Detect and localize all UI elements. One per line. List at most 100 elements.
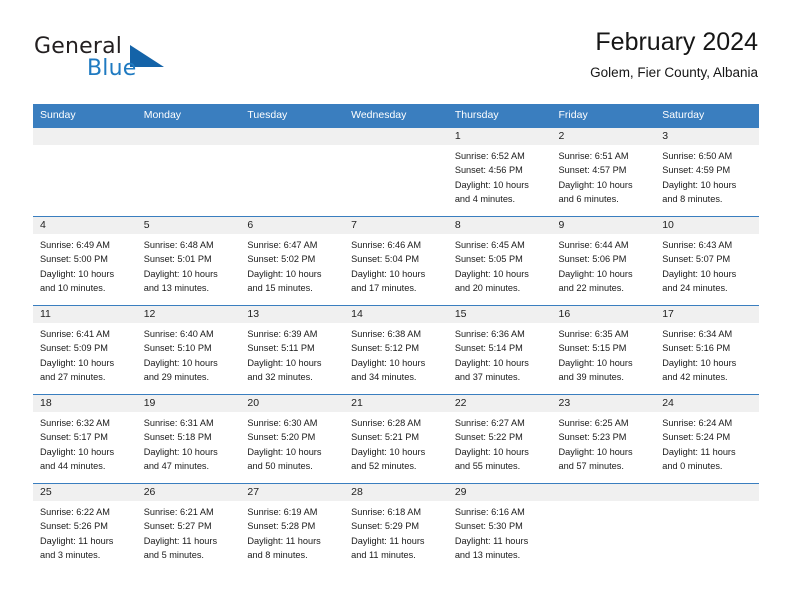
day-cell-inner: 7 Sunrise: 6:46 AM Sunset: 5:04 PM Daylight… [344, 216, 448, 305]
calendar-day-cell[interactable]: 5 Sunrise: 6:48 AM Sunset: 5:01 PM Daylight… [136, 215, 241, 306]
calendar-day-cell[interactable]: 29 Sunrise: 6:16 AM Sunset: 5:30 PM Dayligh… [447, 482, 552, 572]
day-number: 13 [240, 305, 345, 323]
calendar-day-cell[interactable]: 15 Sunrise: 6:36 AM Sunset: 5:14 PM Dayligh… [447, 304, 552, 395]
daylight-line-cont: and 27 minutes. [40, 372, 106, 383]
weekday-header-monday: Monday [136, 104, 241, 128]
weekday-header-friday: Friday [551, 104, 656, 128]
calendar-day-cell[interactable]: 22 Sunrise: 6:27 AM Sunset: 5:22 PM Dayligh… [447, 393, 552, 484]
daylight-line: Daylight: 10 hours [454, 268, 529, 279]
calendar-day-cell[interactable]: 16 Sunrise: 6:35 AM Sunset: 5:15 PM Dayligh… [551, 304, 656, 395]
day-number: 9 [551, 216, 656, 234]
daylight-line-cont: and 17 minutes. [351, 283, 417, 294]
calendar-day-cell[interactable]: 8 Sunrise: 6:45 AM Sunset: 5:05 PM Daylight… [447, 215, 552, 306]
calendar-day-cell[interactable]: 11 Sunrise: 6:41 AM Sunset: 5:09 PM Dayligh… [33, 304, 137, 395]
day-number: 15 [447, 305, 552, 323]
day-number: 22 [447, 394, 552, 412]
sunset-line: Sunset: 4:57 PM [558, 165, 627, 176]
calendar-day-cell[interactable]: 21 Sunrise: 6:28 AM Sunset: 5:21 PM Dayligh… [344, 393, 448, 484]
sunrise-line: Sunrise: 6:40 AM [143, 328, 214, 339]
calendar-day-cell[interactable]: 14 Sunrise: 6:38 AM Sunset: 5:12 PM Dayligh… [344, 304, 448, 395]
calendar-day-cell[interactable]: 7 Sunrise: 6:46 AM Sunset: 5:04 PM Daylight… [344, 215, 448, 306]
day-number: 7 [344, 216, 448, 234]
sun-times-block: Sunrise: 6:28 AM Sunset: 5:21 PM Daylight:… [344, 412, 448, 474]
daylight-line: Daylight: 10 hours [351, 268, 426, 279]
calendar-day-cell[interactable]: 25 Sunrise: 6:22 AM Sunset: 5:26 PM Dayligh… [33, 482, 137, 572]
day-number: 19 [136, 394, 241, 412]
day-cell-inner: 29 Sunrise: 6:16 AM Sunset: 5:30 PM Dayligh… [447, 483, 552, 572]
calendar-day-cell[interactable]: 9 Sunrise: 6:44 AM Sunset: 5:06 PM Daylight… [551, 215, 656, 306]
day-cell-inner: 15 Sunrise: 6:36 AM Sunset: 5:14 PM Dayligh… [447, 305, 552, 394]
sunset-line: Sunset: 5:05 PM [454, 254, 523, 265]
calendar-day-cell[interactable]: 19 Sunrise: 6:31 AM Sunset: 5:18 PM Dayligh… [136, 393, 241, 484]
sunset-line: Sunset: 5:21 PM [351, 432, 420, 443]
day-cell-inner [136, 127, 241, 216]
daylight-line-cont: and 8 minutes. [247, 550, 308, 561]
calendar-day-cell[interactable]: 28 Sunrise: 6:18 AM Sunset: 5:29 PM Dayligh… [344, 482, 448, 572]
calendar-day-cell[interactable]: 2 Sunrise: 6:51 AM Sunset: 4:57 PM Daylight… [551, 127, 656, 217]
daylight-line: Daylight: 11 hours [143, 535, 218, 546]
sun-times-block: Sunrise: 6:25 AM Sunset: 5:23 PM Daylight:… [552, 412, 656, 474]
day-cell-inner: 9 Sunrise: 6:44 AM Sunset: 5:06 PM Daylight… [551, 216, 656, 305]
sunset-line: Sunset: 5:01 PM [143, 254, 212, 265]
day-cell-inner: 12 Sunrise: 6:40 AM Sunset: 5:10 PM Dayligh… [136, 305, 241, 394]
day-cell-inner: 3 Sunrise: 6:50 AM Sunset: 4:59 PM Daylight… [655, 127, 759, 216]
calendar-day-cell[interactable]: 4 Sunrise: 6:49 AM Sunset: 5:00 PM Daylight… [33, 215, 137, 306]
day-number: 6 [240, 216, 345, 234]
daylight-line-cont: and 5 minutes. [143, 550, 204, 561]
sun-times-block: Sunrise: 6:45 AM Sunset: 5:05 PM Daylight:… [448, 234, 552, 296]
sunrise-line: Sunrise: 6:22 AM [40, 506, 110, 517]
daylight-line: Daylight: 11 hours [247, 535, 321, 546]
calendar-week-row: 4 Sunrise: 6:49 AM Sunset: 5:00 PM Daylight… [33, 215, 759, 306]
daylight-line-cont: and 52 minutes. [351, 461, 417, 472]
day-cell-inner: 26 Sunrise: 6:21 AM Sunset: 5:27 PM Dayligh… [136, 483, 241, 572]
day-number: 17 [655, 305, 759, 323]
day-cell-inner: 13 Sunrise: 6:39 AM Sunset: 5:11 PM Dayligh… [240, 305, 345, 394]
month-calendar-table: Sunday Monday Tuesday Wednesday Thursday Frid… [33, 104, 759, 572]
sunset-line: Sunset: 5:24 PM [662, 432, 731, 443]
calendar-day-cell[interactable]: 24 Sunrise: 6:24 AM Sunset: 5:24 PM Dayligh… [655, 393, 759, 484]
daylight-line: Daylight: 11 hours [40, 535, 114, 546]
sun-times-block: Sunrise: 6:32 AM Sunset: 5:17 PM Daylight:… [33, 412, 137, 474]
sun-times-block: Sunrise: 6:34 AM Sunset: 5:16 PM Daylight:… [655, 323, 759, 385]
calendar-day-cell[interactable]: 12 Sunrise: 6:40 AM Sunset: 5:10 PM Dayligh… [136, 304, 241, 395]
sunrise-line: Sunrise: 6:27 AM [454, 417, 525, 428]
sunrise-line: Sunrise: 6:19 AM [247, 506, 318, 517]
day-cell-inner: 27 Sunrise: 6:19 AM Sunset: 5:28 PM Dayligh… [240, 483, 345, 572]
sunset-line: Sunset: 5:07 PM [662, 254, 731, 265]
day-cell-inner [655, 483, 759, 572]
day-cell-inner: 14 Sunrise: 6:38 AM Sunset: 5:12 PM Dayligh… [344, 305, 448, 394]
day-cell-inner [344, 127, 448, 216]
sun-times-block: Sunrise: 6:21 AM Sunset: 5:27 PM Daylight:… [137, 501, 241, 563]
sunset-line: Sunset: 5:15 PM [558, 343, 627, 354]
calendar-day-cell[interactable]: 17 Sunrise: 6:34 AM Sunset: 5:16 PM Dayligh… [655, 304, 759, 395]
sun-times-block [240, 145, 344, 149]
sunrise-line: Sunrise: 6:41 AM [40, 328, 110, 339]
calendar-day-cell[interactable]: 26 Sunrise: 6:21 AM Sunset: 5:27 PM Dayligh… [136, 482, 241, 572]
daylight-line: Daylight: 10 hours [247, 268, 322, 279]
daylight-line-cont: and 42 minutes. [662, 372, 728, 383]
sunrise-line: Sunrise: 6:45 AM [454, 239, 525, 250]
calendar-day-cell[interactable]: 6 Sunrise: 6:47 AM Sunset: 5:02 PM Daylight… [240, 215, 345, 306]
calendar-day-cell[interactable]: 10 Sunrise: 6:43 AM Sunset: 5:07 PM Dayligh… [655, 215, 759, 306]
sun-times-block [655, 501, 759, 505]
sunset-line: Sunset: 5:12 PM [351, 343, 420, 354]
logo-text-blue: Blue [87, 56, 137, 81]
daylight-line-cont: and 47 minutes. [143, 461, 210, 472]
day-cell-inner: 1 Sunrise: 6:52 AM Sunset: 4:56 PM Daylight… [447, 127, 552, 216]
general-blue-logo[interactable]: General Blue [34, 34, 254, 92]
calendar-day-cell[interactable]: 18 Sunrise: 6:32 AM Sunset: 5:17 PM Dayligh… [33, 393, 137, 484]
calendar-day-cell-empty [655, 482, 759, 572]
daylight-line: Daylight: 10 hours [247, 357, 322, 368]
daylight-line-cont: and 10 minutes. [40, 283, 106, 294]
calendar-day-cell[interactable]: 1 Sunrise: 6:52 AM Sunset: 4:56 PM Daylight… [447, 127, 552, 217]
sunrise-line: Sunrise: 6:48 AM [143, 239, 214, 250]
calendar-day-cell[interactable]: 3 Sunrise: 6:50 AM Sunset: 4:59 PM Daylight… [655, 127, 759, 217]
calendar-day-cell[interactable]: 27 Sunrise: 6:19 AM Sunset: 5:28 PM Dayligh… [240, 482, 345, 572]
day-number: 18 [33, 394, 137, 412]
calendar-day-cell[interactable]: 23 Sunrise: 6:25 AM Sunset: 5:23 PM Dayligh… [551, 393, 656, 484]
daylight-line-cont: and 50 minutes. [247, 461, 313, 472]
calendar-day-cell[interactable]: 13 Sunrise: 6:39 AM Sunset: 5:11 PM Dayligh… [240, 304, 345, 395]
daylight-line: Daylight: 10 hours [662, 357, 737, 368]
calendar-day-cell[interactable]: 20 Sunrise: 6:30 AM Sunset: 5:20 PM Dayligh… [240, 393, 345, 484]
daylight-line-cont: and 13 minutes. [143, 283, 210, 294]
